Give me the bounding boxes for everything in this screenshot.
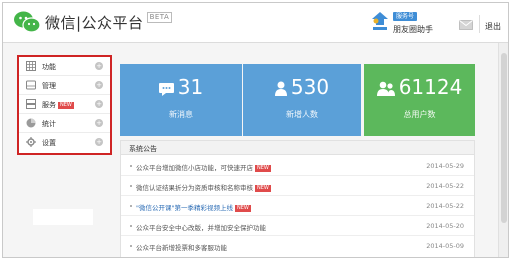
account-name[interactable]: 朋友圈助手 [393,24,433,35]
stat-label: 新增人数 [286,110,318,119]
notice-link[interactable]: 公众平台安全中心改版，并增加安全保护功能 [136,222,266,232]
sidebar-menu: 功能 + 管理 + 服务 NEW + 统计 + 设置 + [17,55,112,155]
menu-label-text: 功能 [42,63,56,71]
stat-value: 61124 [364,75,475,99]
wechat-logo-icon [14,11,41,33]
page-title: 微信|公众平台 BETA [45,12,173,33]
bullet-icon [130,225,132,227]
scrollbar-thumb[interactable] [501,53,507,223]
notice-date: 2014-05-22 [426,182,464,190]
stat-label: 总用户数 [403,110,436,119]
notice-row[interactable]: 微信认证结果折分为资质审核和名称审核 NEW 2014-05-22 [121,176,474,196]
notice-link[interactable]: "微信公开课"第一季精彩视频上线 NEW [136,202,251,212]
header-divider [479,15,480,33]
menu-label-text: 设置 [42,139,56,147]
notice-date: 2014-05-29 [426,162,464,170]
expand-plus-icon[interactable]: + [95,138,103,146]
pie-icon [26,118,36,128]
notice-title: 系统公告 [129,145,157,153]
sidebar-item-label: 功能 [42,62,56,72]
top-header: 微信|公众平台 BETA 服务号 朋友圈助手 退出 [3,3,508,43]
notice-text: "微信公开课"第一季精彩视频上线 [136,204,233,212]
stat-number: 61124 [398,75,463,99]
mail-icon[interactable] [459,20,473,30]
stat-number: 31 [177,75,204,99]
stat-number: 530 [290,75,330,99]
vertical-scrollbar[interactable] [498,43,508,257]
new-badge: NEW [234,205,251,212]
new-badge: NEW [58,102,74,109]
gear-icon [26,137,36,147]
users-icon [376,81,395,96]
bullet-icon [130,245,132,247]
notice-date: 2014-05-09 [426,242,464,250]
tray-icon [26,80,36,90]
bullet-icon [130,205,132,207]
notice-text: 公众平台安全中心改版，并增加安全保护功能 [136,224,266,232]
logout-link[interactable]: 退出 [485,21,501,32]
app-window: 微信|公众平台 BETA 服务号 朋友圈助手 退出 功能 + 管理 + 服务 N… [2,2,509,258]
sidebar-item-settings[interactable]: 设置 + [19,133,110,152]
new-badge: NEW [255,185,271,192]
bullet-icon [130,185,132,187]
stat-tile-total-users[interactable]: 61124 总用户数 [364,64,475,136]
notice-date: 2014-05-20 [426,222,464,230]
sidebar-item-manage[interactable]: 管理 + [19,76,110,95]
message-icon [158,83,174,96]
sidebar-item-label: 服务 NEW [42,100,74,110]
sidebar-item-label: 统计 [42,119,56,129]
notice-text: 微信认证结果折分为资质审核和名称审核 [136,184,253,192]
notice-text: 公众平台增加微信小店功能，可快速开店 [136,164,253,172]
expand-plus-icon[interactable]: + [95,119,103,127]
menu-label-text: 管理 [42,82,56,90]
sidebar-item-service[interactable]: 服务 NEW + [19,95,110,114]
title-text: 微信|公众平台 [45,14,144,32]
notice-link[interactable]: 公众平台新增投票和多客服功能 [136,242,227,252]
sidebar-item-features[interactable]: 功能 + [19,57,110,76]
notice-link[interactable]: 公众平台增加微信小店功能，可快速开店 NEW [136,162,271,172]
menu-label-text: 统计 [42,120,56,128]
expand-plus-icon[interactable]: + [95,81,103,89]
server-icon [26,99,36,109]
stat-value: 31 [120,75,242,99]
stat-tile-new-followers[interactable]: 530 新增人数 [243,64,361,136]
notice-text: 公众平台新增投票和多客服功能 [136,244,227,252]
system-notice-panel: 系统公告 公众平台增加微信小店功能，可快速开店 NEW 2014-05-29 微信… [120,140,475,257]
notice-row[interactable]: 公众平台安全中心改版，并增加安全保护功能 2014-05-20 [121,216,474,236]
sidebar-item-stats[interactable]: 统计 + [19,114,110,133]
stat-tile-new-messages[interactable]: 31 新消息 [120,64,242,136]
sidebar-blank-area [33,209,93,225]
sidebar-item-label: 设置 [42,138,56,148]
notice-row[interactable]: 公众平台新增投票和多客服功能 2014-05-09 [121,236,474,256]
expand-plus-icon[interactable]: + [95,62,103,70]
notice-date: 2014-05-22 [426,202,464,210]
grid-icon [26,61,36,71]
notice-row[interactable]: 公众平台增加微信小店功能，可快速开店 NEW 2014-05-29 [121,156,474,176]
beta-badge: BETA [146,12,173,23]
new-badge: NEW [255,165,271,172]
stat-value: 530 [243,75,361,99]
stat-label: 新消息 [169,110,193,119]
expand-plus-icon[interactable]: + [95,100,103,108]
bullet-icon [130,165,132,167]
menu-label-text: 服务 [42,101,56,109]
notice-row[interactable]: "微信公开课"第一季精彩视频上线 NEW 2014-05-22 [121,196,474,216]
notice-link[interactable]: 微信认证结果折分为资质审核和名称审核 NEW [136,182,271,192]
account-avatar-icon[interactable] [370,11,390,33]
sidebar-item-label: 管理 [42,81,56,91]
person-icon [274,81,287,96]
notice-header: 系统公告 [121,141,474,155]
account-type-badge: 服务号 [393,12,418,21]
